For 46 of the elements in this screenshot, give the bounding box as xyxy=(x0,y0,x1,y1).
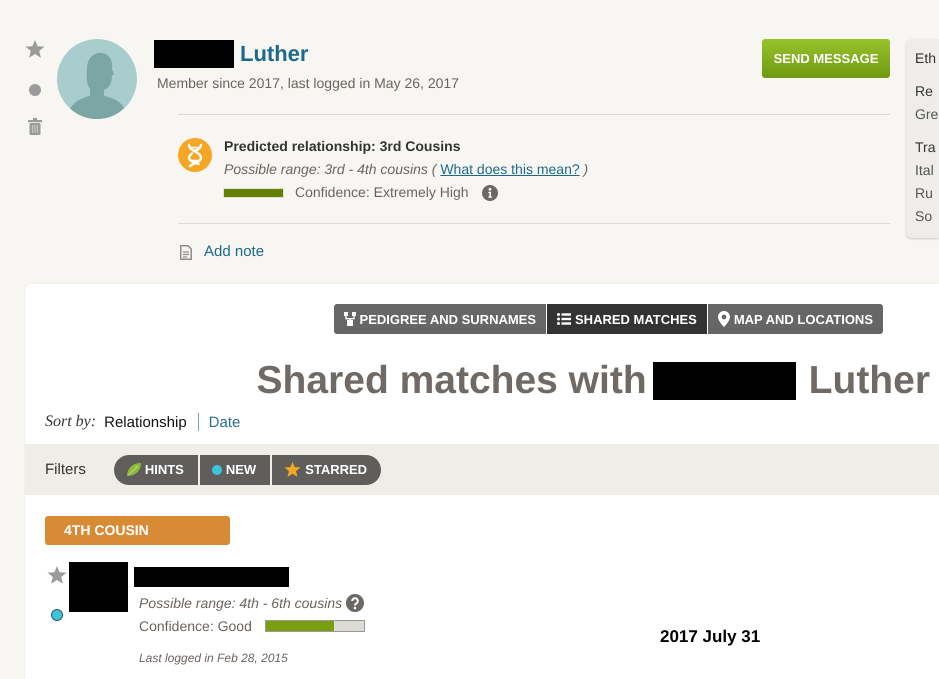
heading-surname: Luther xyxy=(808,359,930,403)
confidence-label: Confidence: Good xyxy=(139,618,252,634)
tab[interactable]: PEDIGREE AND SURNAMES xyxy=(334,304,546,334)
note-icon xyxy=(180,244,192,260)
relationship-range: Possible range: 3rd - 4th cousins ( What does this mean? ) xyxy=(224,160,588,179)
sort-label: Sort by: xyxy=(45,413,96,431)
add-note-link[interactable]: Add note xyxy=(180,242,264,262)
panel-item: Ital xyxy=(915,161,935,180)
possible-range: Possible range: 4th - 6th cousins xyxy=(139,595,342,611)
panel-title: Eth xyxy=(915,49,938,68)
redaction-block xyxy=(69,562,128,612)
map-pin-icon xyxy=(718,311,730,327)
filter-chip[interactable]: STARRED xyxy=(272,454,382,484)
leaf-icon xyxy=(126,462,141,477)
pedigree-icon xyxy=(344,312,356,326)
panel-item: Gre xyxy=(915,105,939,124)
new-dot-icon xyxy=(212,464,222,474)
panel-item: So xyxy=(915,207,934,226)
info-icon[interactable] xyxy=(482,184,498,200)
avatar-icon xyxy=(57,39,137,119)
date-annotation: 2017 July 31 xyxy=(660,628,760,646)
tab[interactable]: MAP AND LOCATIONS xyxy=(708,304,883,334)
tab[interactable]: SHARED MATCHES xyxy=(547,304,707,334)
member-name[interactable]: Luther xyxy=(240,41,308,67)
predicted-relationship: Predicted relationship: 3rd Cousins xyxy=(224,137,462,156)
star-icon[interactable] xyxy=(25,39,45,58)
list-icon xyxy=(557,313,572,325)
star-icon xyxy=(284,461,302,478)
confidence-label: Confidence: Extremely High xyxy=(295,183,469,202)
filter-chip[interactable]: NEW xyxy=(200,454,270,484)
star-icon[interactable] xyxy=(47,565,67,584)
filter-chip[interactable]: HINTS xyxy=(114,454,198,484)
dna-icon xyxy=(178,138,212,172)
trash-icon[interactable] xyxy=(28,118,42,134)
panel-heading: Tra xyxy=(915,138,936,157)
relationship-group-header: 4TH COUSIN xyxy=(45,516,230,545)
filters-label: Filters xyxy=(45,461,86,478)
panel-item: Ru xyxy=(915,184,934,203)
sort-option[interactable]: Date xyxy=(208,414,240,430)
sort-option[interactable]: Relationship xyxy=(104,414,187,430)
last-logged-text: Last logged in Feb 28, 2015 xyxy=(138,650,289,667)
help-icon[interactable] xyxy=(346,594,364,612)
panel-heading: Re xyxy=(915,82,934,101)
range-help-link[interactable]: What does this mean? xyxy=(440,161,580,177)
page-heading: Shared matches with xyxy=(256,359,647,403)
member-info: Member since 2017, last logged in May 26, 2017 xyxy=(157,74,459,93)
